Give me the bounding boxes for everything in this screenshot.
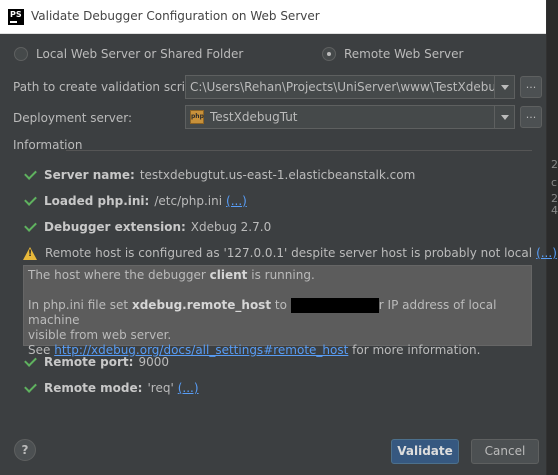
remote-server-radio[interactable]: Remote Web Server	[322, 47, 463, 61]
php-server-icon: php	[190, 110, 204, 124]
remote-mode-value: 'req'	[147, 381, 174, 395]
validate-button[interactable]: Validate	[391, 439, 459, 464]
remote-port-value: 9000	[138, 355, 170, 369]
check-icon	[24, 193, 37, 206]
validate-dialog: Local Web Server or Shared Folder Remote…	[0, 34, 557, 475]
warning-text: Remote host is configured as '127.0.0.1'…	[45, 246, 533, 260]
php-ini-row: Loaded php.ini: /etc/php.ini (...)	[23, 193, 247, 208]
tip-text: for more information.	[352, 343, 481, 357]
path-label: Path to create validation script:	[13, 80, 202, 94]
deployment-label: Deployment server:	[13, 111, 133, 125]
local-server-label: Local Web Server or Shared Folder	[36, 47, 244, 61]
background-char: 2	[551, 158, 558, 171]
php-ini-value: /etc/php.ini	[154, 194, 223, 208]
path-value: C:\Users\Rehan\Projects\UniServer\www\Te…	[190, 80, 494, 94]
background-window-strip: 2 c 2 4	[546, 0, 558, 475]
path-combo[interactable]: C:\Users\Rehan\Projects\UniServer\www\Te…	[185, 75, 515, 99]
tip-text: to	[274, 298, 287, 312]
server-name-value: testxdebugtut.us-east-1.elasticbeanstalk…	[139, 168, 416, 182]
server-name-row: Server name: testxdebugtut.us-east-1.ela…	[23, 167, 416, 182]
radio-unchecked-icon	[14, 47, 28, 61]
check-icon	[24, 219, 37, 232]
check-icon	[24, 380, 37, 393]
remote-server-label: Remote Web Server	[344, 47, 464, 61]
tip-text: is running.	[251, 268, 315, 282]
section-divider	[66, 150, 532, 151]
warning-link[interactable]: (...)	[536, 246, 557, 260]
debugger-row: Debugger extension: Xdebug 2.7.0	[23, 219, 272, 234]
tip-spacer	[28, 283, 527, 298]
tip-bold: client	[209, 268, 248, 282]
debugger-value: Xdebug 2.7.0	[190, 220, 272, 234]
tip-bold: xdebug.remote_host	[131, 298, 272, 312]
warning-row: Remote host is configured as '127.0.0.1'…	[23, 246, 557, 260]
cancel-button[interactable]: Cancel	[471, 439, 539, 464]
tip-line: visible from web server.	[28, 328, 172, 342]
server-name-label: Server name:	[44, 168, 135, 182]
local-server-radio[interactable]: Local Web Server or Shared Folder	[14, 47, 243, 61]
browse-path-button[interactable]: ...	[520, 76, 542, 98]
debugger-label: Debugger extension:	[44, 220, 186, 234]
tip-line: The host where the debugger client is ru…	[28, 268, 527, 283]
remote-port-label: Remote port:	[44, 355, 134, 369]
tip-line: In php.ini file set xdebug.remote_host t…	[28, 298, 527, 328]
title-bar: PS Validate Debugger Configuration on We…	[0, 0, 546, 34]
help-button[interactable]: ?	[14, 439, 36, 461]
remote-mode-row: Remote mode: 'req' (...)	[23, 380, 199, 395]
tip-text: In php.ini file set	[28, 298, 129, 312]
remote-host-tip: The host where the debugger client is ru…	[23, 265, 532, 357]
check-icon	[24, 167, 37, 180]
chevron-down-icon[interactable]	[494, 76, 514, 98]
php-ini-label: Loaded php.ini:	[44, 194, 150, 208]
background-char: 4	[551, 204, 558, 217]
check-icon	[24, 354, 37, 367]
remote-port-row: Remote port: 9000	[23, 354, 170, 369]
redacted-block	[290, 298, 379, 313]
chevron-down-icon[interactable]	[494, 106, 514, 128]
background-char: c	[551, 176, 558, 189]
deployment-more-button[interactable]: ...	[520, 106, 542, 128]
phpstorm-logo-icon: PS	[8, 9, 24, 25]
deployment-value: TestXdebugTut	[210, 110, 298, 124]
tip-text: The host where the debugger	[28, 268, 206, 282]
deployment-combo[interactable]: php TestXdebugTut	[185, 105, 515, 129]
remote-mode-label: Remote mode:	[44, 381, 143, 395]
radio-checked-icon	[322, 47, 336, 61]
php-ini-link[interactable]: (...)	[226, 194, 247, 208]
warning-icon	[23, 246, 37, 260]
remote-mode-link[interactable]: (...)	[178, 381, 199, 395]
window-title: Validate Debugger Configuration on Web S…	[31, 9, 320, 23]
